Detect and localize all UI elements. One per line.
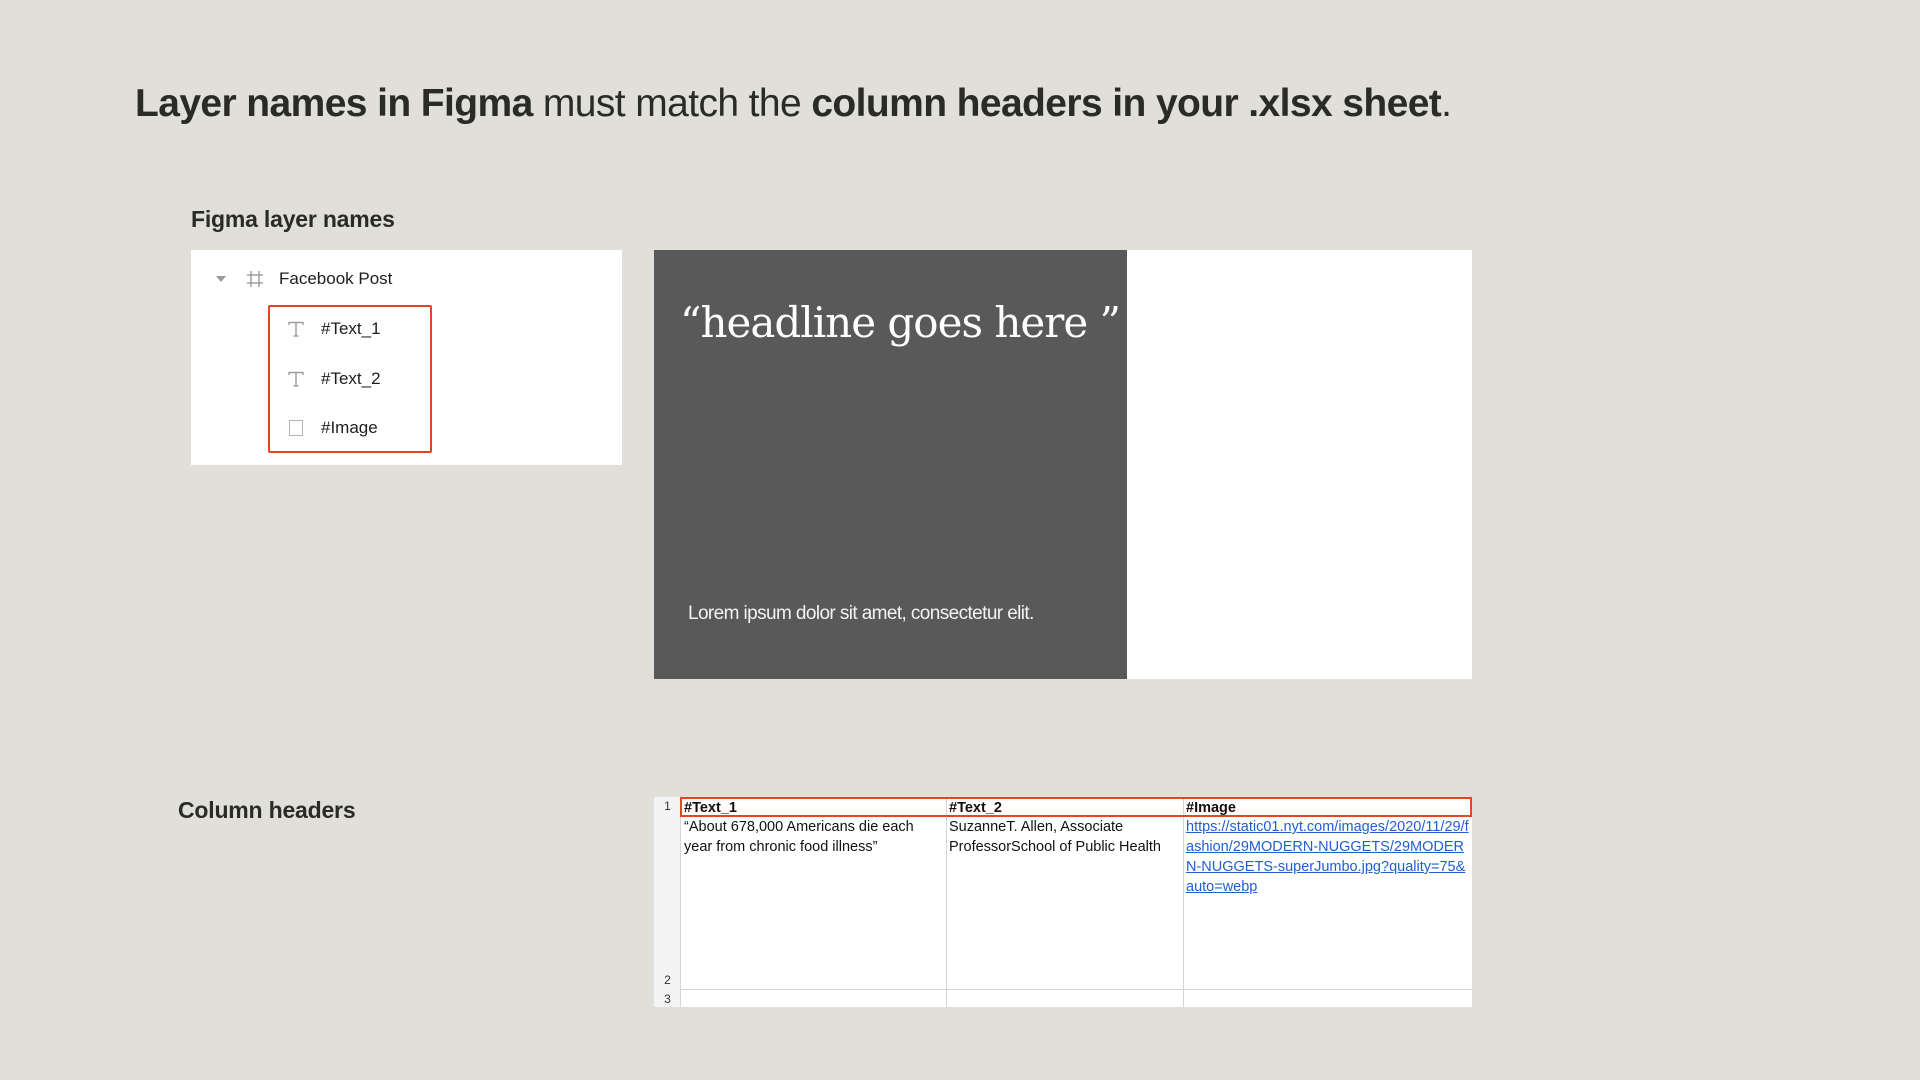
spreadsheet: 1 2 3 #Text_1 #Text_2 #Image “About 678,…: [654, 797, 1472, 1007]
row-divider: [681, 989, 1472, 990]
row-number: 2: [664, 973, 671, 987]
post-body-text: Lorem ipsum dolor sit amet, consectetur …: [688, 603, 1034, 624]
layers-highlight-box: [268, 305, 432, 453]
post-headline: “headline goes here ”: [680, 298, 1121, 347]
data-cell-image-url[interactable]: https://static01.nyt.com/images/2020/11/…: [1186, 817, 1469, 897]
data-cell-text-2[interactable]: SuzanneT. Allen, Associate ProfessorScho…: [949, 817, 1179, 857]
facebook-post-preview: “headline goes here ” Lorem ipsum dolor …: [654, 250, 1472, 679]
header-row-highlight-box: [680, 797, 1472, 817]
post-image-placeholder: [1127, 250, 1472, 679]
sheet-section-label: Column headers: [178, 797, 356, 823]
frame-icon: [247, 271, 263, 287]
headline-bold-2: column headers in your .xlsx sheet: [811, 82, 1442, 125]
frame-name: Facebook Post: [279, 269, 393, 288]
column-divider: [946, 797, 947, 1007]
row-number-column: 1 2 3: [654, 797, 681, 1007]
figma-section-label: Figma layer names: [191, 206, 395, 232]
data-cell-text-1[interactable]: “About 678,000 Americans die each year f…: [684, 817, 942, 857]
post-text-panel: “headline goes here ” Lorem ipsum dolor …: [654, 250, 1127, 679]
page-headline: Layer names in Figma must match the colu…: [135, 82, 1452, 126]
caret-down-icon[interactable]: [216, 276, 226, 282]
headline-period: .: [1441, 82, 1452, 125]
row-number: 3: [664, 992, 671, 1006]
headline-regular-1: must match the: [532, 82, 812, 125]
headline-bold-1: Layer names in Figma: [135, 82, 533, 125]
layer-frame-facebook-post[interactable]: Facebook Post: [216, 265, 392, 293]
column-divider: [1183, 797, 1184, 1007]
row-number: 1: [664, 799, 671, 813]
